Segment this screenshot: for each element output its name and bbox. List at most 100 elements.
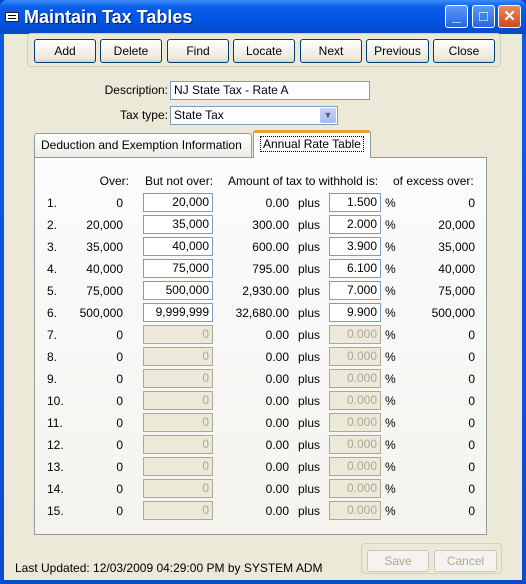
row-number: 5. bbox=[47, 284, 58, 298]
amount-value: 2,930.00 bbox=[242, 284, 289, 298]
window: Maintain Tax Tables _ □ ✕ Add Delete Fin… bbox=[0, 0, 526, 584]
over-value: 0 bbox=[116, 460, 123, 474]
previous-button[interactable]: Previous bbox=[366, 39, 429, 63]
close-button[interactable]: Close bbox=[433, 39, 495, 63]
over-value: 0 bbox=[116, 350, 123, 364]
client-area: Add Delete Find Locate Next Previous Clo… bbox=[4, 33, 522, 580]
excess-value: 0 bbox=[468, 504, 475, 518]
rate-input[interactable]: 0.000 bbox=[329, 369, 381, 388]
plus-label: plus bbox=[298, 372, 321, 386]
app-icon bbox=[5, 12, 19, 22]
save-button[interactable]: Save bbox=[367, 550, 429, 572]
over-value: 35,000 bbox=[86, 240, 123, 254]
close-window-button[interactable]: ✕ bbox=[498, 5, 521, 28]
but-not-over-input[interactable]: 0 bbox=[143, 457, 213, 476]
amount-value: 0.00 bbox=[265, 504, 289, 518]
plus-label: plus bbox=[298, 284, 321, 298]
rate-input[interactable]: 0.000 bbox=[329, 457, 381, 476]
percent-label: % bbox=[385, 328, 396, 342]
rate-input[interactable]: 0.000 bbox=[329, 435, 381, 454]
but-not-over-input[interactable]: 0 bbox=[143, 325, 213, 344]
over-value: 500,000 bbox=[79, 306, 123, 320]
rate-input[interactable]: 0.000 bbox=[329, 325, 381, 344]
percent-label: % bbox=[385, 504, 396, 518]
excess-value: 500,000 bbox=[431, 306, 475, 320]
minimize-button[interactable]: _ bbox=[445, 5, 468, 28]
percent-label: % bbox=[385, 306, 396, 320]
plus-label: plus bbox=[298, 196, 321, 210]
over-value: 0 bbox=[116, 394, 123, 408]
next-button[interactable]: Next bbox=[300, 39, 362, 63]
rate-input[interactable]: 0.000 bbox=[329, 479, 381, 498]
but-not-over-input[interactable]: 500,000 bbox=[143, 281, 213, 300]
rate-input[interactable]: 6.100 bbox=[329, 259, 381, 278]
delete-button[interactable]: Delete bbox=[100, 39, 162, 63]
save-cancel-group: Save Cancel bbox=[361, 543, 502, 574]
amount-value: 0.00 bbox=[265, 438, 289, 452]
tab-annual-rate-table[interactable]: Annual Rate Table bbox=[253, 130, 371, 158]
rate-input[interactable]: 1.500 bbox=[329, 193, 381, 212]
rate-input[interactable]: 3.900 bbox=[329, 237, 381, 256]
plus-label: plus bbox=[298, 262, 321, 276]
amount-value: 0.00 bbox=[265, 460, 289, 474]
tax-type-label: Tax type: bbox=[119, 108, 168, 122]
tab-deduction-exemption[interactable]: Deduction and Exemption Information bbox=[34, 133, 252, 158]
header-over: Over: bbox=[99, 174, 129, 188]
excess-value: 0 bbox=[468, 350, 475, 364]
maximize-button[interactable]: □ bbox=[472, 5, 495, 28]
title-bar[interactable]: Maintain Tax Tables _ □ ✕ bbox=[0, 0, 526, 34]
but-not-over-input[interactable]: 20,000 bbox=[143, 193, 213, 212]
tab-label: Annual Rate Table bbox=[260, 136, 364, 152]
plus-label: plus bbox=[298, 306, 321, 320]
row-number: 12. bbox=[47, 438, 64, 452]
percent-label: % bbox=[385, 460, 396, 474]
find-button[interactable]: Find bbox=[167, 39, 229, 63]
but-not-over-input[interactable]: 0 bbox=[143, 347, 213, 366]
but-not-over-input[interactable]: 40,000 bbox=[143, 237, 213, 256]
row-number: 6. bbox=[47, 306, 58, 320]
locate-button[interactable]: Locate bbox=[233, 39, 295, 63]
window-title: Maintain Tax Tables bbox=[24, 7, 193, 27]
plus-label: plus bbox=[298, 438, 321, 452]
tax-type-value: State Tax bbox=[174, 108, 224, 122]
over-value: 0 bbox=[116, 438, 123, 452]
plus-label: plus bbox=[298, 460, 321, 474]
percent-label: % bbox=[385, 438, 396, 452]
excess-value: 20,000 bbox=[438, 218, 475, 232]
but-not-over-input[interactable]: 0 bbox=[143, 413, 213, 432]
excess-value: 0 bbox=[468, 416, 475, 430]
but-not-over-input[interactable]: 0 bbox=[143, 391, 213, 410]
cancel-button[interactable]: Cancel bbox=[434, 550, 497, 572]
rate-input[interactable]: 2.000 bbox=[329, 215, 381, 234]
but-not-over-input[interactable]: 0 bbox=[143, 479, 213, 498]
but-not-over-input[interactable]: 0 bbox=[143, 435, 213, 454]
rate-input[interactable]: 9.900 bbox=[329, 303, 381, 322]
rate-input[interactable]: 0.000 bbox=[329, 391, 381, 410]
chevron-down-icon[interactable]: ▼ bbox=[320, 108, 336, 123]
excess-value: 0 bbox=[468, 482, 475, 496]
rate-input[interactable]: 0.000 bbox=[329, 413, 381, 432]
but-not-over-input[interactable]: 9,999,999 bbox=[143, 303, 213, 322]
excess-value: 0 bbox=[468, 460, 475, 474]
percent-label: % bbox=[385, 482, 396, 496]
percent-label: % bbox=[385, 240, 396, 254]
but-not-over-input[interactable]: 0 bbox=[143, 501, 213, 520]
rate-input[interactable]: 0.000 bbox=[329, 347, 381, 366]
but-not-over-input[interactable]: 0 bbox=[143, 369, 213, 388]
plus-label: plus bbox=[298, 394, 321, 408]
but-not-over-input[interactable]: 35,000 bbox=[143, 215, 213, 234]
description-input[interactable]: NJ State Tax - Rate A bbox=[170, 81, 370, 100]
amount-value: 600.00 bbox=[252, 240, 289, 254]
but-not-over-input[interactable]: 75,000 bbox=[143, 259, 213, 278]
rate-input[interactable]: 7.000 bbox=[329, 281, 381, 300]
tax-type-select[interactable]: State Tax ▼ bbox=[170, 106, 338, 125]
over-value: 0 bbox=[116, 504, 123, 518]
rate-input[interactable]: 0.000 bbox=[329, 501, 381, 520]
annual-rate-table-panel: Over: But not over: Amount of tax to wit… bbox=[34, 157, 487, 535]
plus-label: plus bbox=[298, 504, 321, 518]
row-number: 13. bbox=[47, 460, 64, 474]
excess-value: 35,000 bbox=[438, 240, 475, 254]
plus-label: plus bbox=[298, 350, 321, 364]
add-button[interactable]: Add bbox=[34, 39, 96, 63]
percent-label: % bbox=[385, 416, 396, 430]
